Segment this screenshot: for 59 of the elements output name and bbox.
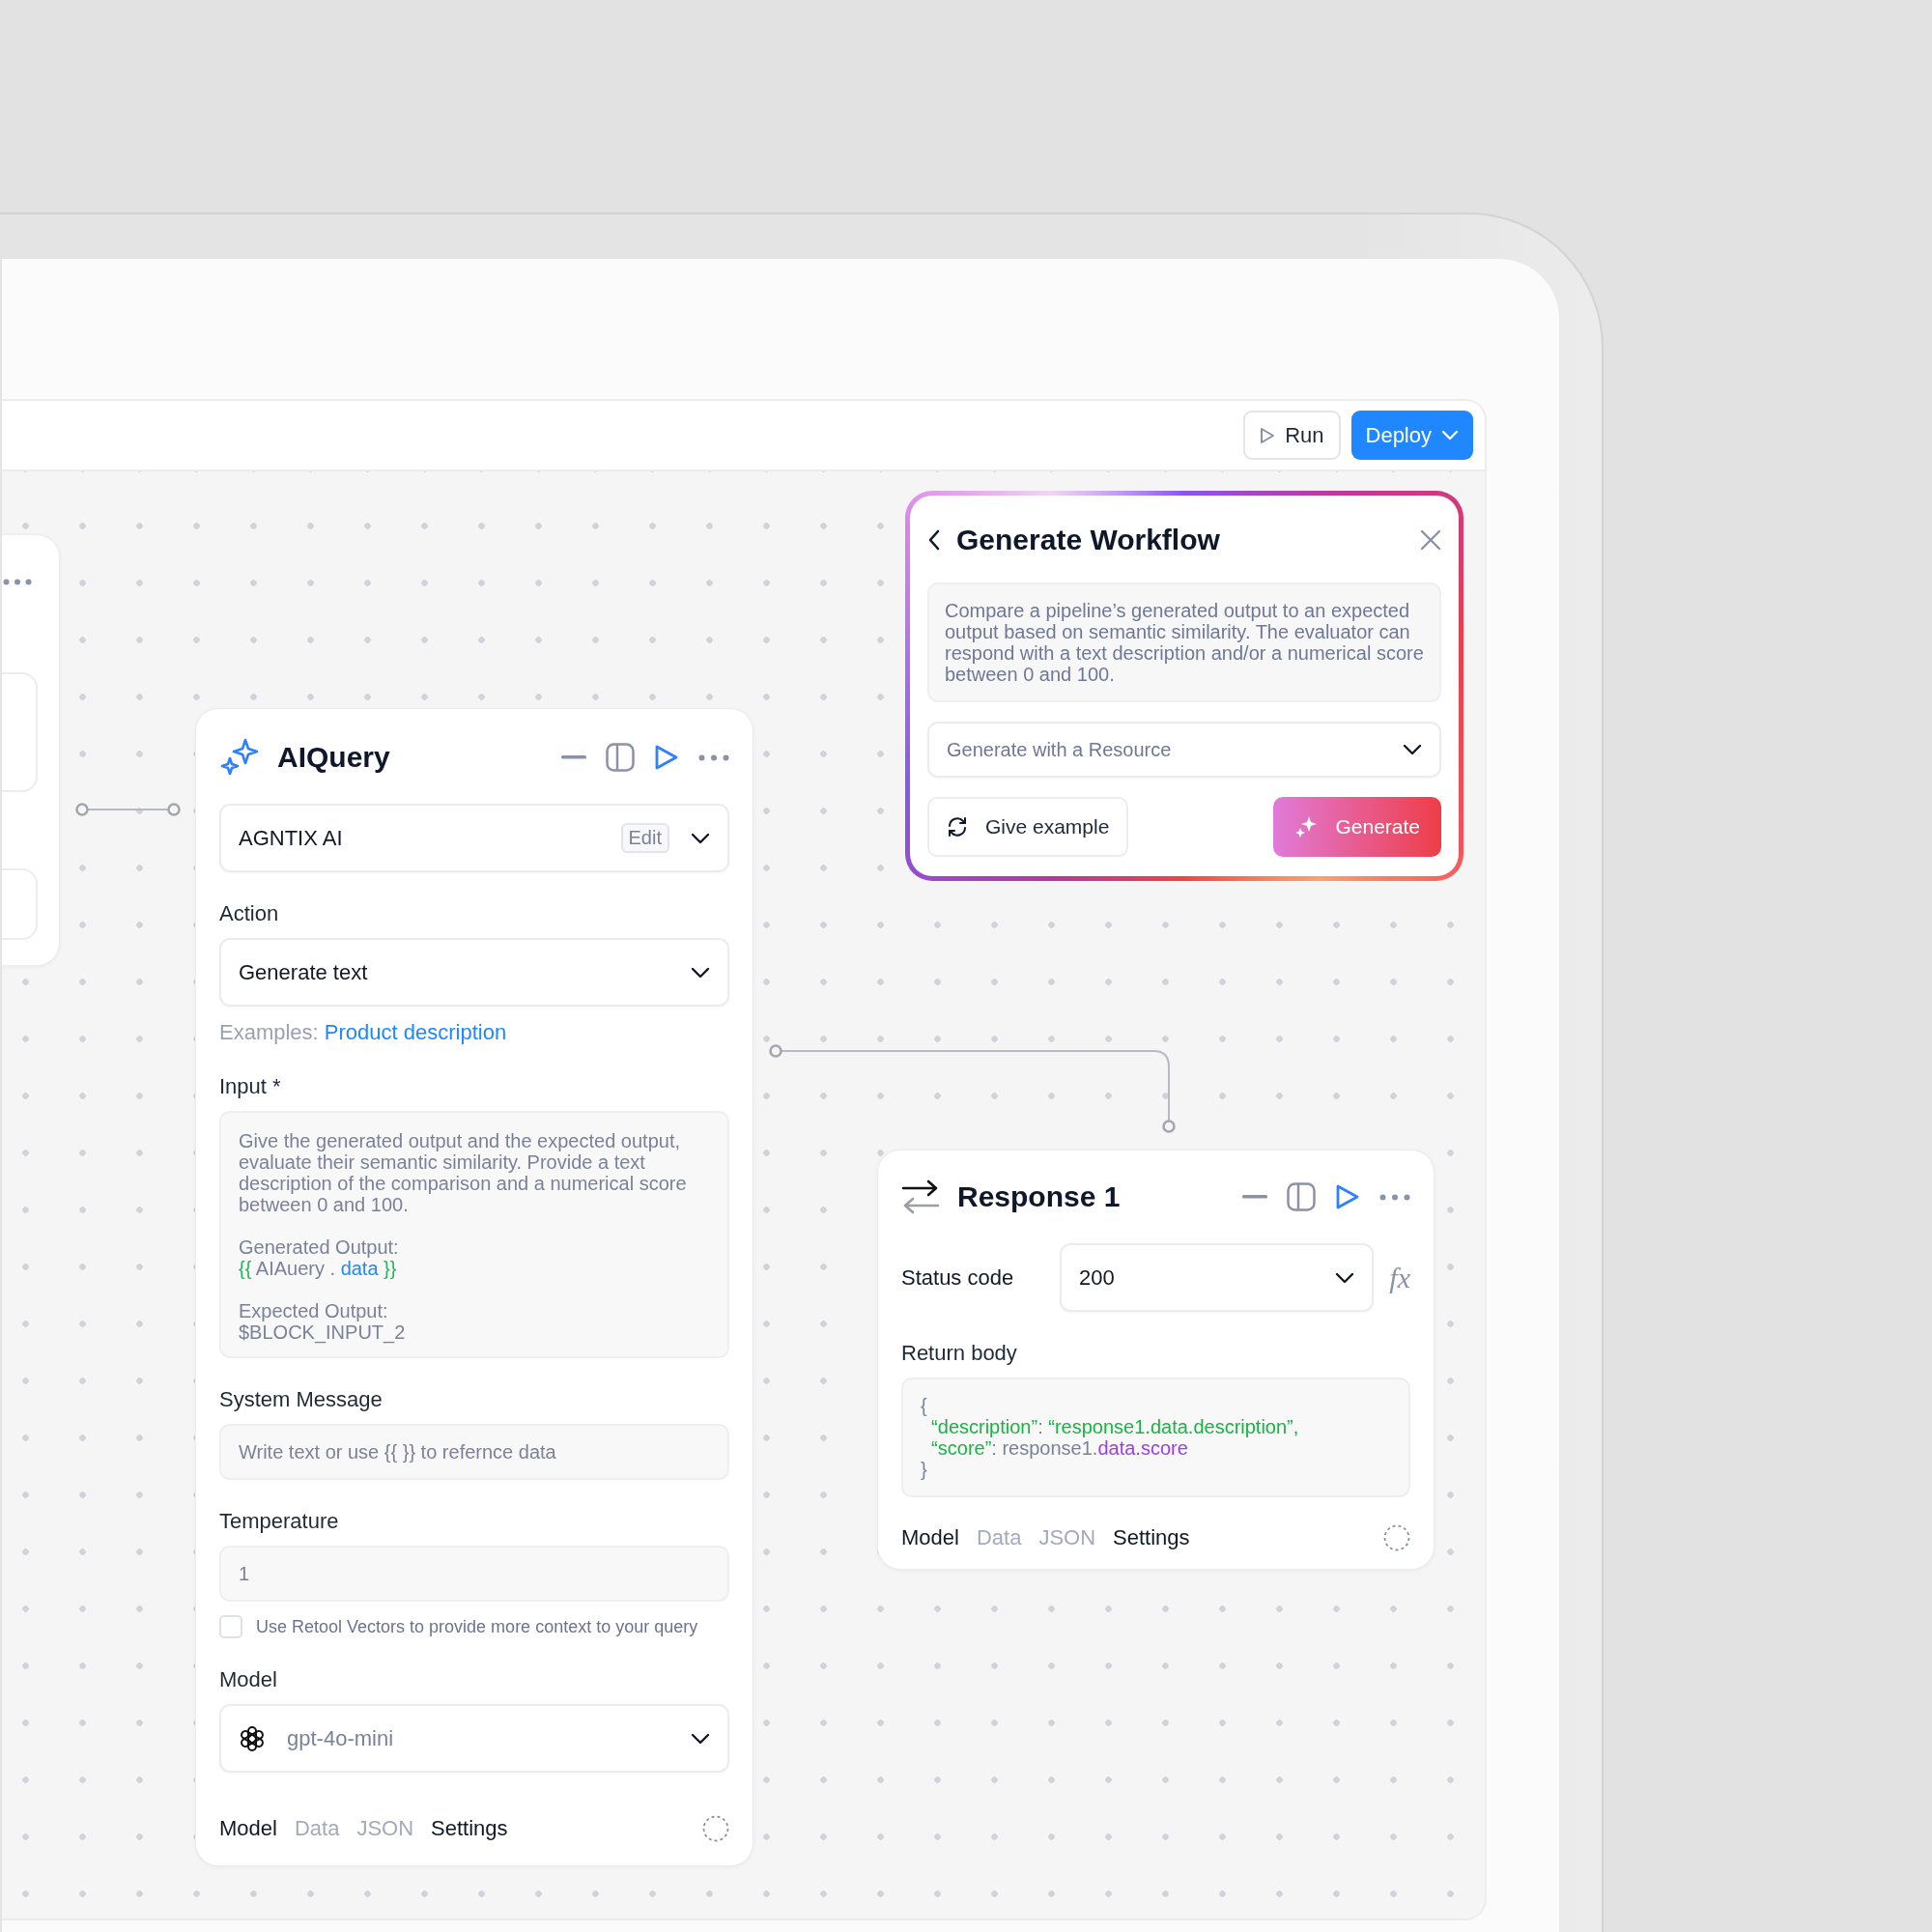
generate-button[interactable]: Generate [1273, 797, 1441, 857]
node-title: AIQuery [277, 741, 390, 774]
panel-icon[interactable] [1287, 1182, 1316, 1211]
deploy-button[interactable]: Deploy [1350, 411, 1473, 460]
close-icon[interactable] [1420, 529, 1441, 551]
field-label: Input * [219, 1074, 282, 1099]
field-label: System Message [219, 1387, 384, 1412]
sparkle-icon [1294, 815, 1319, 838]
field-label: Temperature [219, 1509, 340, 1534]
play-icon[interactable] [654, 744, 679, 771]
examples-label: Examples: [219, 1020, 319, 1044]
run-button[interactable]: Run [1243, 411, 1341, 460]
chevron-down-icon [1403, 744, 1422, 755]
system-message-field[interactable]: Write text or use {{ }} to refernce data [219, 1424, 729, 1480]
more-icon[interactable] [698, 753, 729, 761]
more-icon[interactable] [1379, 1193, 1410, 1201]
chevron-down-icon [1335, 1271, 1355, 1284]
chevron-down-icon [691, 966, 710, 979]
checkbox-label: Use Retool Vectors to provide more context to your query [256, 1616, 698, 1637]
give-example-button[interactable]: Give example [927, 797, 1129, 857]
knot-icon [239, 1724, 266, 1752]
swap-arrows-icon [901, 1179, 940, 1215]
back-icon[interactable] [927, 529, 941, 551]
refresh-icon [947, 816, 968, 838]
formula-toggle[interactable]: fx [1389, 1261, 1410, 1294]
status-icon [1383, 1524, 1410, 1551]
minimize-icon[interactable] [561, 755, 586, 759]
tab[interactable]: Model [219, 1816, 277, 1841]
panel-icon[interactable] [606, 743, 635, 772]
node-title: Response 1 [957, 1180, 1121, 1213]
field-label: Action [219, 901, 280, 926]
field-label: Status code [901, 1264, 1015, 1291]
temperature-field[interactable]: 1 [219, 1546, 729, 1602]
resource-select[interactable]: Generate with a Resource [927, 722, 1441, 778]
action-select[interactable]: Generate text [219, 938, 729, 1007]
edit-button[interactable]: Edit [620, 823, 669, 853]
prompt-field[interactable]: Compare a pipeline’s generated output to an expected output based on semantic similarity. The evaluator can respond with a text description and/or a numerical score between 0 and 100. [927, 582, 1441, 702]
status-icon [702, 1815, 729, 1842]
code-field[interactable]: { “description”: “response1.data.description”, “score”: response1.data.score } [901, 1378, 1410, 1497]
sparkle-icon [219, 737, 260, 778]
model-select[interactable]: gpt-4o-mini [219, 1704, 729, 1773]
tab[interactable]: Model [901, 1525, 959, 1550]
resource-select[interactable]: AGNTIX AI Edit [219, 804, 729, 872]
chevron-down-icon [691, 832, 710, 844]
field-label: Return body [901, 1341, 1018, 1366]
minimize-icon[interactable] [1242, 1195, 1267, 1199]
play-icon[interactable] [1335, 1183, 1360, 1210]
example-link[interactable]: Product description [324, 1020, 507, 1044]
checkbox[interactable] [219, 1615, 242, 1638]
panel-title: Generate Workflow [956, 524, 1220, 556]
input-field[interactable]: Give the generated output and the expected output, evaluate their semantic similarity. Provide a text description of the comparison and a numerical score between 0 and 100. Generated Output: {{ AIAuery . data }} Expected Output: $BLOCK_INPUT_2 [219, 1111, 729, 1358]
more-icon[interactable] [3, 579, 32, 585]
play-icon [1260, 426, 1276, 444]
tab[interactable]: Settings [1113, 1525, 1190, 1550]
field-label: Model [219, 1667, 278, 1692]
chevron-down-icon [691, 1732, 710, 1745]
status-code-select[interactable]: 200 [1060, 1243, 1375, 1312]
tab[interactable]: Settings [431, 1816, 508, 1841]
chevron-down-icon [1441, 430, 1459, 440]
